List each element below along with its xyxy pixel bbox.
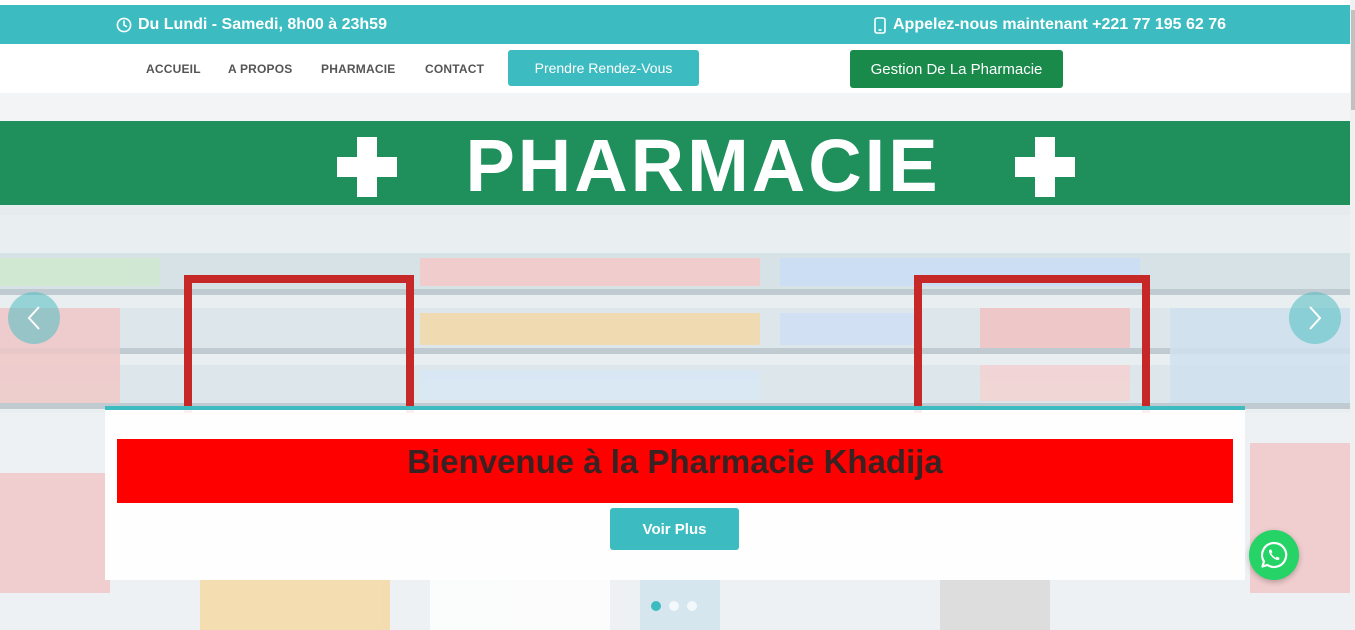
main-navigation: ACCUEIL A PROPOS PHARMACIE CONTACT Prend… [0,44,1350,93]
mobile-phone-icon [873,16,887,34]
scrollbar-thumb[interactable] [1351,10,1355,110]
slide-caption: Bienvenue à la Pharmacie Khadija Voir Pl… [105,406,1245,580]
top-info-bar: Du Lundi - Samedi, 8h00 à 23h59 Appelez-… [0,5,1350,44]
voir-plus-button[interactable]: Voir Plus [610,508,739,550]
slide-indicators [651,601,697,611]
slider-next-button[interactable] [1289,292,1341,344]
clock-icon [116,17,132,33]
phone-contact[interactable]: Appelez-nous maintenant +221 77 195 62 7… [873,16,1226,34]
chevron-left-icon [27,306,40,330]
slide-indicator-1[interactable] [651,601,661,611]
opening-hours-text: Du Lundi - Samedi, 8h00 à 23h59 [138,16,387,33]
chevron-right-icon [1309,306,1322,330]
hero-slider: PHARMACIE Bienvenue à la Pharmacie Khadi… [0,93,1350,630]
slide-indicator-3[interactable] [687,601,697,611]
pharmacie-sign-text: PHARMACIE [465,124,940,207]
phone-text[interactable]: Appelez-nous maintenant +221 77 195 62 7… [893,16,1226,34]
slide-indicator-2[interactable] [669,601,679,611]
opening-hours: Du Lundi - Samedi, 8h00 à 23h59 [116,16,387,34]
nav-item-pharmacie[interactable]: PHARMACIE [321,62,395,76]
nav-item-a-propos[interactable]: A PROPOS [228,62,293,76]
slider-prev-button[interactable] [8,292,60,344]
whatsapp-icon [1261,541,1288,569]
nav-item-accueil[interactable]: ACCUEIL [146,62,201,76]
whatsapp-button[interactable] [1249,530,1299,580]
appointment-button[interactable]: Prendre Rendez-Vous [508,50,699,86]
nav-item-contact[interactable]: CONTACT [425,62,484,76]
welcome-title: Bienvenue à la Pharmacie Khadija [117,439,1233,503]
pharmacy-management-button[interactable]: Gestion De La Pharmacie [850,50,1063,88]
